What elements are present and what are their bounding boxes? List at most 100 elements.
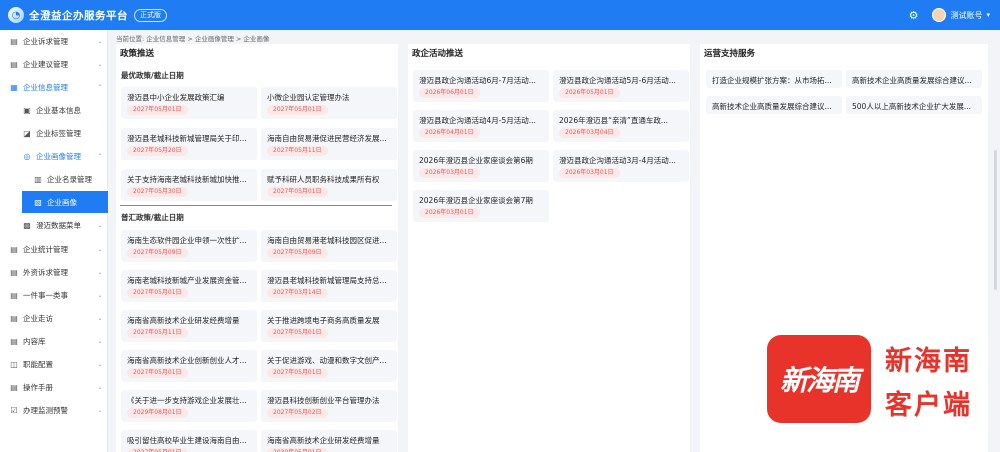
card-title: 关于推进跨境电子商务高质量发展 [267, 316, 380, 325]
deadline-badge: 2027年05月02日 [267, 408, 328, 418]
sidebar-item-directory[interactable]: ▥ 企业名录管理 [0, 168, 108, 190]
deadline-badge: 2026年03月01日 [419, 168, 480, 178]
policy-card[interactable]: 澄迈县科技创新创业平台管理办法 2027年05月02日 [261, 390, 397, 422]
avatar [932, 8, 947, 22]
card-title: 澄迈县政企沟通活动6月-7月活动... [419, 76, 536, 85]
menu-item-icon: ☑ [10, 405, 18, 415]
card-title: 海南省高新技术企业创新创业人才... [127, 356, 247, 365]
sidebar-item-one-thing[interactable]: ▤ 一件事一类事 ⌄ [0, 284, 108, 306]
sidebar-item-portrait-mgmt[interactable]: ◎ 企业画像管理 ⌃ [0, 145, 108, 167]
service-card[interactable]: 高新技术企业高质量发展综合建议... [846, 70, 982, 88]
activity-card[interactable]: 2026年澄迈县企业家座谈会第6期 2026年03月01日 [413, 150, 549, 182]
card-title: 海南省高新技术企业研发经费增量 [127, 316, 240, 325]
sidebar-item-functions[interactable]: ◫ 职能配置 ⌄ [0, 353, 108, 375]
activity-card[interactable]: 澄迈县政企沟通活动5月-6月活动... 2026年05月01日 [553, 70, 689, 102]
activity-card[interactable]: 澄迈县政企沟通活动4月-5月活动... 2026年04月01日 [413, 110, 549, 142]
sidebar-item-warning[interactable]: ☑ 办理监测预警 ⌄ [0, 399, 108, 421]
policy-card[interactable]: 海南省高新技术企业研发经费增量 2027年05月11日 [121, 310, 257, 342]
menu-item-icon: ▤ [10, 36, 18, 46]
deadline-badge: 2026年05月01日 [559, 88, 620, 98]
sidebar-item-label: 澄迈数据菜单 [36, 220, 81, 230]
menu-item-icon: ▣ [23, 105, 31, 115]
chevron-icon: ⌄ [97, 221, 103, 229]
deadline-badge: 2026年03月01日 [419, 208, 480, 218]
policy-card[interactable]: 小微企业园认定管理办法 2027年05月01日 [261, 87, 397, 119]
policy-panel-title: 政策推送 [120, 49, 155, 59]
policy-card[interactable]: 关于促进游戏、动漫和数字文创产... 2027年05月01日 [261, 350, 397, 382]
deadline-badge: 2027年05月01日 [267, 105, 328, 115]
policy-card[interactable]: 《关于进一步支持游戏企业发展壮... 2029年08月01日 [121, 390, 257, 422]
scrollbar[interactable] [994, 150, 997, 290]
sidebar-item-label: 企业信息管理 [23, 82, 68, 92]
sidebar-item-statistics[interactable]: ▤ 企业统计管理 ⌄ [0, 238, 108, 260]
menu-item-icon: ▦ [10, 82, 18, 92]
sidebar-item-info[interactable]: ▦ 企业信息管理 ⌃ [0, 76, 108, 98]
sidebar-item-label: 外资诉求管理 [23, 267, 68, 277]
service-card[interactable]: 打造企业规模扩张方案：从市场拓... [706, 70, 842, 88]
card-title: 关于促进游戏、动漫和数字文创产... [267, 356, 387, 365]
gear-icon[interactable]: ⚙ [909, 9, 919, 22]
sidebar-item-suggestions[interactable]: ▤ 企业建议管理 ⌄ [0, 53, 108, 75]
policy-card[interactable]: 澄迈县老城科技新城管理局关于印... 2027年05月20日 [121, 128, 257, 160]
policy-card[interactable]: 海南生态软件园企业申领一次性扩... 2027年05月09日 [121, 230, 257, 262]
sidebar-item-portrait[interactable]: ▧ 企业画像 [22, 191, 108, 213]
deadline-badge: 2029年08月01日 [127, 408, 188, 418]
general-policy-title: 普汇政策/截止日期 [121, 213, 184, 222]
policy-card[interactable]: 海南省高新技术企业研发经费增量 2030年05月01日 [261, 430, 397, 452]
sidebar-item-basic-info[interactable]: ▣ 企业基本信息 [0, 99, 108, 121]
sidebar-item-label: 企业统计管理 [23, 244, 68, 254]
sidebar-item-visits[interactable]: ▤ 企业走访 ⌄ [0, 307, 108, 329]
card-title: 2026年澄迈县企业家座谈会第6期 [419, 156, 533, 165]
chevron-icon: ⌄ [97, 360, 103, 368]
deadline-badge: 2027年05月11日 [127, 328, 188, 338]
card-title: 海南自由贸易港促进民营经济发展... [267, 134, 387, 143]
policy-card[interactable]: 关于推进跨境电子商务高质量发展 2027年05月01日 [261, 310, 397, 342]
top-bar: ◔ 全澄益企办服务平台 正式版 ⚙ 测试账号 ▾ [0, 0, 1000, 30]
policy-card[interactable]: 吸引留住高校毕业生建设海南自由... 2027年05月01日 [121, 430, 257, 452]
policy-card[interactable]: 澄迈县老城科技新城管理局支持总... 2027年03月14日 [261, 270, 397, 302]
sidebar-item-label: 企业建议管理 [23, 59, 68, 69]
menu-item-icon: ▤ [10, 290, 18, 300]
menu-item-icon: ▥ [34, 174, 42, 184]
menu-item-icon: ◎ [23, 151, 31, 161]
sidebar-item-content[interactable]: ▤ 内容库 ⌄ [0, 330, 108, 352]
sidebar-item-tags[interactable]: ◪ 企业标签管理 [0, 122, 108, 144]
policy-card[interactable]: 海南老城科技新城产业发展资金管... 2027年05月01日 [121, 270, 257, 302]
card-title: 澄迈县政企沟通活动4月-5月活动... [419, 116, 536, 125]
user-menu[interactable]: 测试账号 ▾ [932, 8, 990, 22]
card-title: 2026年澄迈县企业家座谈会第7期 [419, 196, 533, 205]
sidebar-item-data-menu[interactable]: ▩ 澄迈数据菜单 ⌄ [0, 214, 108, 236]
deadline-badge: 2026年03月01日 [559, 168, 620, 178]
service-card[interactable]: 500人以上高新技术企业扩大发展... [846, 96, 982, 114]
menu-item-icon: ▩ [23, 220, 31, 230]
activity-card[interactable]: 2026年澄迈县“亲清”直通车政... 2026年03月04日 [553, 110, 689, 142]
policy-card[interactable]: 海南省高新技术企业创新创业人才... 2027年05月01日 [121, 350, 257, 382]
brand-line-1: 新海南 [885, 346, 972, 377]
activity-card[interactable]: 2026年澄迈县企业家座谈会第7期 2026年03月01日 [413, 190, 549, 222]
watermark: 新海南 新海南 客户端 [767, 335, 992, 423]
menu-item-icon: ▤ [10, 244, 18, 254]
policy-card[interactable]: 赋予科研人员职务科技成果所有权 2027年05月01日 [261, 169, 397, 201]
activity-card[interactable]: 澄迈县政企沟通活动3月-4月活动... 2026年03月01日 [553, 150, 689, 182]
service-card[interactable]: 高新技术企业高质量发展综合建议... [706, 96, 842, 114]
deadline-badge: 2027年05月01日 [127, 448, 188, 452]
menu-item-icon: ▧ [34, 197, 42, 207]
sidebar-item-label: 企业画像管理 [36, 151, 81, 161]
policy-card[interactable]: 海南自由贸易港老城科技园区促进... 2027年05月09日 [261, 230, 397, 262]
policy-card[interactable]: 海南自由贸易港促进民营经济发展... 2027年05月11日 [261, 128, 397, 160]
activity-card[interactable]: 澄迈县政企沟通活动6月-7月活动... 2026年06月01日 [413, 70, 549, 102]
sidebar: ▤ 企业诉求管理 ⌄ ▤ 企业建议管理 ⌄ ▦ 企业信息管理 ⌃ ▣ 企业基本信息 ◪ 企业标签管理 ◎ 企… [0, 30, 108, 452]
deadline-badge: 2027年05月09日 [267, 248, 328, 258]
sidebar-item-manual[interactable]: ▤ 操作手册 ⌄ [0, 376, 108, 398]
sidebar-item-appeals[interactable]: ▤ 企业诉求管理 ⌄ [0, 30, 108, 52]
chevron-icon: ⌄ [97, 37, 103, 45]
deadline-badge: 2027年05月01日 [127, 288, 188, 298]
chevron-icon: ⌄ [97, 60, 103, 68]
policy-card[interactable]: 澄迈县中小企业发展政策汇编 2027年05月01日 [121, 87, 257, 119]
activity-panel-title: 政企活动推送 [412, 49, 464, 59]
deadline-badge: 2026年03月04日 [559, 128, 620, 138]
sidebar-item-foreign[interactable]: ▤ 外资诉求管理 ⌄ [0, 261, 108, 283]
deadline-badge: 2027年05月01日 [267, 328, 328, 338]
menu-item-icon: ▤ [10, 59, 18, 69]
policy-card[interactable]: 关于支持海南老城科技新城加快推... 2027年05月30日 [121, 169, 257, 201]
